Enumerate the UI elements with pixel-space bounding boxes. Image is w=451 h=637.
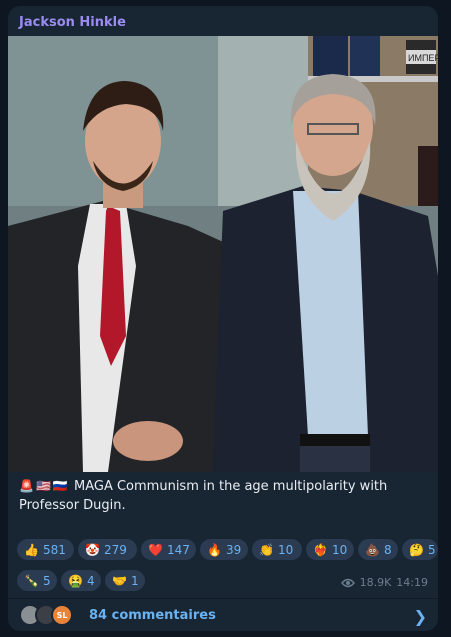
author-name[interactable]: Jackson Hinkle — [19, 15, 126, 30]
reaction-count: 147 — [166, 542, 190, 557]
reaction-vomit[interactable]: 🤮 4 — [61, 570, 101, 591]
reaction-count: 10 — [331, 542, 348, 557]
fire-icon: 🔥 — [207, 542, 222, 557]
russia-flag-icon: 🇷🇺 — [52, 479, 68, 493]
vomiting-face-icon: 🤮 — [68, 573, 83, 588]
reaction-clapping[interactable]: 👏 10 — [252, 539, 302, 560]
reaction-count: 4 — [86, 573, 95, 588]
us-flag-icon: 🇺🇸 — [35, 479, 51, 493]
reaction-poop[interactable]: 💩 8 — [358, 539, 398, 560]
reaction-count: 279 — [103, 542, 127, 557]
commenter-avatars: SL — [19, 604, 83, 626]
view-count: 18.9K — [359, 576, 392, 589]
comments-button[interactable]: SL 84 commentaires ❯ — [8, 599, 438, 631]
reaction-count: 10 — [277, 542, 294, 557]
reaction-thinking[interactable]: 🤔 5 — [402, 539, 438, 560]
reaction-heart-on-fire[interactable]: ❤️‍🔥 10 — [306, 539, 354, 560]
channel-post: Jackson Hinkle ИМПЕР 🚨 🇺🇸 🇷🇺 MAGA Commun… — [8, 6, 438, 631]
red-heart-icon: ❤️ — [148, 542, 163, 557]
heart-on-fire-icon: ❤️‍🔥 — [313, 542, 328, 557]
clown-face-icon: 🤡 — [85, 542, 100, 557]
chevron-right-icon: ❯ — [413, 607, 427, 626]
reaction-fire[interactable]: 🔥 39 — [200, 539, 248, 560]
photo-illustration: ИМПЕР — [8, 36, 438, 472]
champagne-icon: 🍾 — [24, 573, 39, 588]
reaction-count: 8 — [383, 542, 392, 557]
reaction-champagne[interactable]: 🍾 5 — [17, 570, 57, 591]
thumbs-up-icon: 👍 — [24, 542, 39, 557]
alert-siren-icon: 🚨 — [19, 479, 34, 493]
poop-icon: 💩 — [365, 542, 380, 557]
thinking-face-icon: 🤔 — [409, 542, 424, 557]
post-time: 14:19 — [396, 576, 428, 589]
reaction-red-heart[interactable]: ❤️ 147 — [141, 539, 196, 560]
reaction-count: 5 — [42, 573, 51, 588]
book-title: ИМПЕР — [408, 53, 438, 63]
comments-label: 84 commentaires — [89, 607, 216, 623]
reaction-handshake[interactable]: 🤝 1 — [105, 570, 145, 591]
caption-text: MAGA Communism in the age multipolarity … — [19, 479, 388, 513]
avatar: SL — [51, 604, 73, 626]
handshake-icon: 🤝 — [112, 573, 127, 588]
reaction-clown[interactable]: 🤡 279 — [78, 539, 137, 560]
reaction-count: 1 — [130, 573, 139, 588]
post-caption: 🚨 🇺🇸 🇷🇺 MAGA Communism in the age multipol… — [19, 477, 424, 515]
reaction-count: 581 — [42, 542, 66, 557]
post-meta: 18.9K 14:19 — [340, 576, 428, 589]
reaction-count: 39 — [225, 542, 242, 557]
post-photo[interactable]: ИМПЕР — [8, 36, 438, 472]
eye-icon — [340, 578, 355, 587]
reaction-thumbs-up[interactable]: 👍 581 — [17, 539, 74, 560]
reaction-count: 5 — [427, 542, 436, 557]
clapping-hands-icon: 👏 — [259, 542, 274, 557]
